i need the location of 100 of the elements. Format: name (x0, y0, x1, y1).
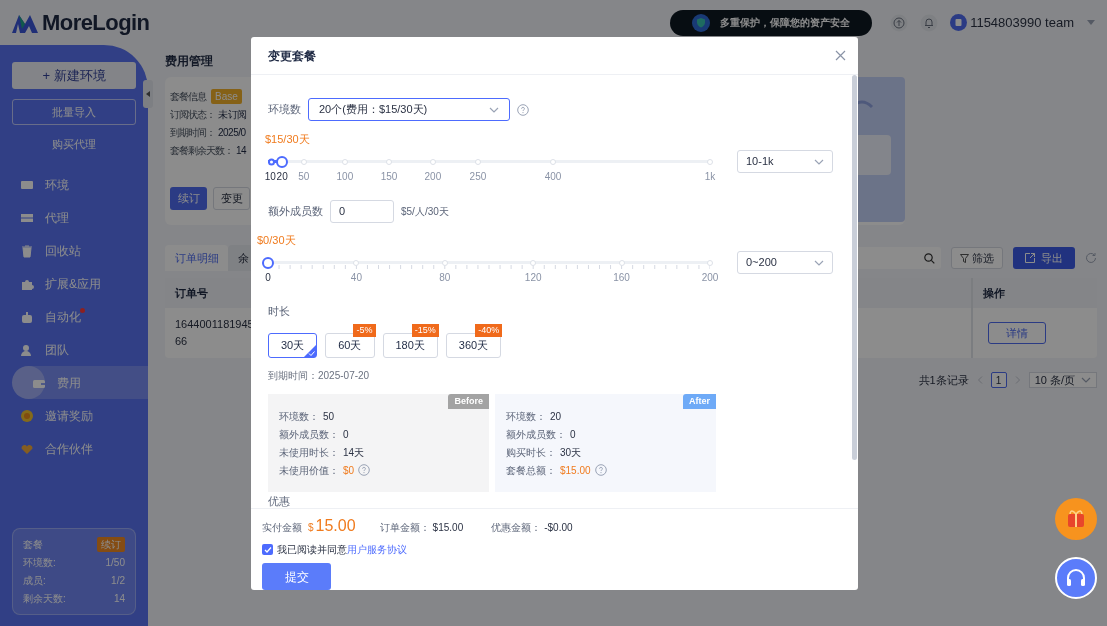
batch-import-button[interactable]: 批量导入 (12, 99, 136, 125)
field-label: 时长 (268, 305, 290, 317)
record-count: 共1条记录 (918, 373, 969, 388)
sidebar-item[interactable]: 团队 (0, 333, 148, 366)
column-header: 订单号 (174, 285, 209, 301)
discount-badge: -40% (475, 324, 503, 337)
unit-price: $5/人/30天 (401, 205, 449, 219)
filter-button[interactable]: 筛选 (951, 247, 1003, 269)
slider-label: 160 (613, 271, 630, 285)
plan-value: 14 (113, 592, 125, 606)
summary-value: 30天 (560, 445, 582, 460)
sidebar-item[interactable]: 扩展&应用 (0, 267, 148, 300)
expiry-date: 到期时间：2025-07-20 (268, 369, 370, 381)
discount-badge: -15% (411, 324, 439, 337)
column-header: 操作 (971, 278, 1005, 308)
sidebar-item[interactable]: 自动化 (0, 300, 148, 333)
renew-button[interactable]: 续订 (170, 187, 207, 210)
summary-label: 环境数： (506, 409, 546, 424)
info-label: 套餐剩余天数： (170, 144, 233, 158)
account-name[interactable]: 1154803990 team (970, 12, 1074, 33)
range-select[interactable]: 0~200 (737, 251, 833, 274)
info-value: 2025/0 (218, 126, 246, 140)
slider-label: 250 (469, 170, 487, 184)
slider-label: 50 (298, 170, 310, 184)
summary-value: 14天 (343, 445, 365, 460)
plan-value: 1/2 (111, 574, 125, 588)
summary-value: $0 (343, 463, 355, 478)
summary-label: 未使用时长： (279, 445, 339, 460)
paid-label: 实付金额 (262, 521, 302, 535)
duration-option[interactable]: 360天 (445, 332, 502, 358)
buy-proxy-link[interactable]: 购买代理 (12, 133, 136, 155)
duration-option[interactable]: 60天 (325, 332, 375, 358)
plan-badge: Base (211, 89, 242, 104)
range-select[interactable]: 10-1k (737, 150, 833, 173)
discount-amount: -$0.00 (544, 521, 573, 535)
slider-label: 80 (439, 271, 451, 285)
panel-tag: After (683, 393, 716, 409)
info-value: 未订阅 (218, 108, 247, 122)
logo-text: MoreLogin (42, 9, 150, 37)
duration-option[interactable]: 30天 (268, 332, 318, 358)
slider-label: 40 (350, 271, 362, 285)
summary-label: 环境数： (279, 409, 319, 424)
price-label: $15/30天 (265, 133, 310, 145)
plan-info-title: 套餐信息 (170, 90, 206, 104)
slider-label: 120 (524, 271, 542, 285)
paid-amount: 15.00 (315, 516, 356, 536)
discount-badge: -5% (353, 324, 376, 337)
agreement-text: 我已阅读并同意 (277, 543, 347, 557)
sidebar-item[interactable]: 回收站 (0, 234, 148, 267)
page-size-select[interactable]: 10 条/页 (1028, 372, 1097, 389)
new-environment-button[interactable]: + 新建环境 (12, 62, 136, 89)
plan-value: 1/50 (105, 556, 125, 570)
slider-label: 200 (424, 170, 442, 184)
plan-label: 成员: (23, 574, 46, 588)
sidebar-item[interactable]: 邀请奖励 (0, 399, 148, 432)
promo-banner[interactable]: 多重保护，保障您的资产安全 (670, 9, 873, 36)
price-label: $0/30天 (257, 234, 296, 246)
discount-label: 优惠金额： (491, 521, 542, 535)
environment-select[interactable]: 20个(费用：$15/30天) (308, 98, 510, 121)
info-label: 订阅状态： (170, 108, 215, 122)
member-count-field[interactable]: 0 (330, 200, 394, 223)
order-amount: $15.00 (432, 521, 464, 535)
slider-label: 1k (704, 170, 716, 184)
renew-button[interactable]: 续订 (97, 537, 125, 552)
slider-label: 150 (380, 170, 398, 184)
details-button[interactable]: 详情 (988, 322, 1046, 344)
summary-value: 0 (343, 427, 349, 442)
info-value: 14 (236, 144, 247, 158)
sidebar-item[interactable]: 合作伙伴 (0, 432, 148, 465)
summary-value: 50 (323, 409, 335, 424)
tab[interactable]: 订单明细 (165, 245, 228, 271)
slider-label: 20 (276, 170, 288, 184)
summary-label: 套餐总额： (506, 463, 556, 478)
page-button[interactable]: 1 (990, 372, 1007, 389)
dialog-title: 变更套餐 (268, 47, 316, 65)
slider-label: 100 (336, 170, 354, 184)
export-button[interactable]: 导出 (1013, 247, 1075, 269)
field-label: 额外成员数 (268, 204, 323, 220)
summary-label: 额外成员数： (506, 427, 566, 442)
field-label: 环境数 (268, 102, 301, 118)
summary-label: 购买时长： (506, 445, 556, 460)
banner-text: 多重保护，保障您的资产安全 (720, 16, 851, 30)
change-button[interactable]: 变更 (213, 187, 250, 210)
summary-label: 未使用价值： (279, 463, 339, 478)
agreement-link[interactable]: 用户服务协议 (347, 542, 407, 557)
tab[interactable]: 余 (228, 245, 253, 271)
sidebar-item[interactable]: 环境 (0, 168, 148, 201)
currency-symbol: $ (308, 521, 314, 535)
duration-option[interactable]: 180天 (382, 332, 438, 358)
page-title: 费用管理 (165, 53, 213, 70)
summary-value: 0 (570, 427, 576, 442)
plan-title: 套餐 (23, 538, 43, 552)
summary-label: 额外成员数： (279, 427, 339, 442)
sidebar-item[interactable]: 代理 (0, 201, 148, 234)
summary-value: $15.00 (560, 463, 591, 478)
table-cell-text: 1644001181945 66 (175, 317, 254, 349)
summary-value: 20 (550, 409, 562, 424)
slider-label: 400 (544, 170, 562, 184)
info-label: 到期时间： (170, 126, 215, 140)
submit-button[interactable]: 提交 (262, 563, 331, 590)
